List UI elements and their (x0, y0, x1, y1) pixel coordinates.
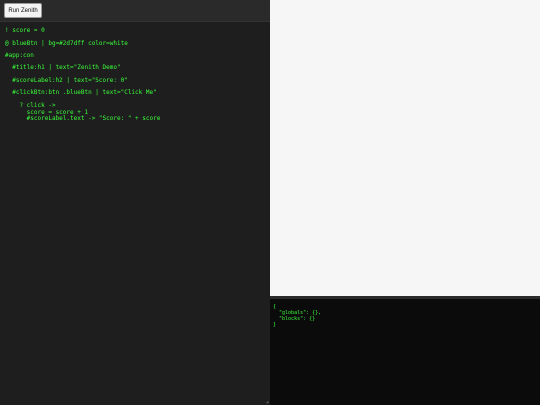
output-pane: { "globals": {}, "blocks": {} } (270, 0, 540, 405)
code-line: #scoreLabel.text -> "Score: " + score (5, 115, 161, 122)
code-line: #scoreLabel:h2 | text="Score: 0" (5, 77, 128, 84)
code-line: ! score = 0 (5, 27, 45, 34)
zenith-playground: Run Zenith ! score = 0 @ blueBtn | bg=#2… (0, 0, 540, 405)
code-line: #app:con (5, 52, 34, 59)
code-editor[interactable]: ! score = 0 @ blueBtn | bg=#2d7dff color… (0, 22, 270, 405)
console-line: "blocks": {} (273, 316, 316, 322)
editor-pane: Run Zenith ! score = 0 @ blueBtn | bg=#2… (0, 0, 270, 405)
code-line: @ blueBtn | bg=#2d7dff color=white (5, 40, 128, 47)
console-line: } (273, 322, 277, 328)
run-zenith-button[interactable]: Run Zenith (4, 3, 42, 18)
code-line: #title:h1 | text="Zenith Demo" (5, 64, 121, 71)
preview-panel (270, 0, 540, 296)
code-line: #clickBtn:btn .blueBtn | text="Click Me" (5, 89, 157, 96)
console-panel: { "globals": {}, "blocks": {} } (270, 299, 540, 405)
toolbar: Run Zenith (0, 0, 270, 22)
resize-handle-icon[interactable]: ◢ (266, 400, 270, 404)
